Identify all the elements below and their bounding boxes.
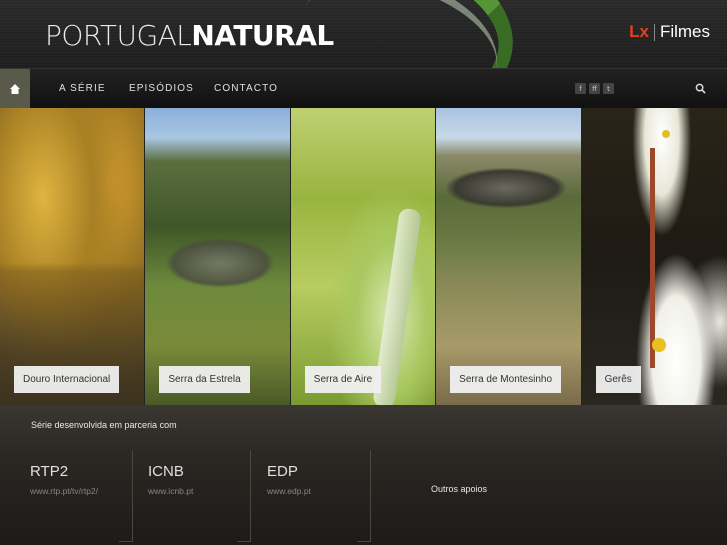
social-links: f ff t <box>575 83 614 94</box>
nav-item-serie[interactable]: A SÉRIE <box>59 83 106 94</box>
home-button[interactable] <box>0 69 30 109</box>
partner-icnb[interactable]: ICNB www.icnb.pt <box>148 463 193 496</box>
partner-name: RTP2 <box>30 463 69 480</box>
episode-label[interactable]: Serra de Aire <box>304 366 382 393</box>
other-supporters-heading: Outros apoios <box>431 484 488 494</box>
flower-image <box>651 338 666 352</box>
partner-edp[interactable]: EDP www.edp.pt <box>267 463 311 496</box>
episode-panel-geres[interactable]: Gerês <box>581 108 727 405</box>
episode-label[interactable]: Serra da Estrela <box>159 366 250 393</box>
partner-name: ICNB <box>148 463 184 480</box>
episode-panel-montesinho[interactable]: Serra de Montesinho <box>436 108 582 405</box>
brand-name: Filmes <box>659 22 710 41</box>
nav-item-episodios[interactable]: EPISÓDIOS <box>129 83 194 94</box>
flickr-icon[interactable]: ff <box>589 83 600 94</box>
brand-lx: Lx <box>629 22 649 41</box>
site-logo[interactable]: PORTUGALNATURAL <box>45 19 334 52</box>
main-nav: A SÉRIE EPISÓDIOS CONTACTO f ff t <box>0 68 727 109</box>
partner-url[interactable]: www.edp.pt <box>267 486 311 496</box>
flower-stem-image <box>649 148 655 368</box>
nav-item-contacto[interactable]: CONTACTO <box>214 83 278 94</box>
landscape-image <box>165 238 276 288</box>
episode-panel-aire[interactable]: Serra de Aire <box>290 108 437 405</box>
home-icon <box>10 84 20 94</box>
episode-panel-estrela[interactable]: Serra da Estrela <box>145 108 291 405</box>
episode-gallery: Douro Internacional Serra da Estrela Ser… <box>0 108 727 405</box>
site-footer: Série desenvolvida em parceria com RTP2 … <box>0 405 727 545</box>
twitter-icon[interactable]: t <box>603 83 614 94</box>
facebook-icon[interactable]: f <box>575 83 586 94</box>
episode-label[interactable]: Serra de Montesinho <box>450 366 562 393</box>
search-icon[interactable] <box>695 83 706 94</box>
partner-name: EDP <box>267 463 298 480</box>
partner-url[interactable]: www.icnb.pt <box>148 486 193 496</box>
episode-label[interactable]: Gerês <box>595 366 641 393</box>
episode-panel-douro[interactable]: Douro Internacional <box>0 108 146 405</box>
partner-rtp2[interactable]: RTP2 www.rtp.pt/tv/rtp2/ <box>30 463 98 496</box>
flower-image <box>661 130 670 138</box>
logo-text-light: PORTUGAL <box>45 19 192 52</box>
episode-label[interactable]: Douro Internacional <box>14 366 120 393</box>
site-header: PORTUGALNATURAL Lx Filmes <box>0 0 727 68</box>
partner-url[interactable]: www.rtp.pt/tv/rtp2/ <box>30 486 98 496</box>
landscape-image <box>446 168 567 208</box>
partners-heading: Série desenvolvida em parceria com <box>31 420 177 430</box>
lx-filmes-logo[interactable]: Lx Filmes <box>629 22 710 42</box>
brand-divider <box>653 23 655 41</box>
logo-text-bold: NATURAL <box>191 19 334 52</box>
